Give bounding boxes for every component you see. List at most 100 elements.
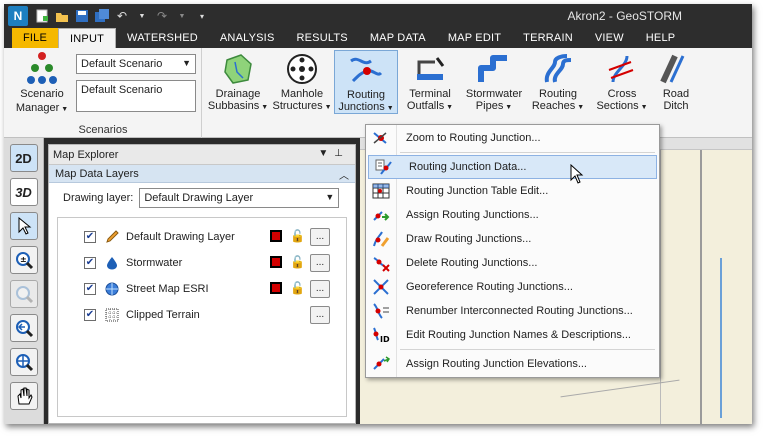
layer-color-swatch[interactable] bbox=[270, 230, 282, 242]
undo-icon[interactable]: ↶ bbox=[114, 8, 130, 24]
new-icon[interactable] bbox=[34, 8, 50, 24]
layer-checkbox[interactable]: ✔ bbox=[84, 309, 96, 321]
road-ditch-icon bbox=[660, 54, 685, 84]
chevron-up-icon[interactable]: ︿ bbox=[339, 167, 349, 182]
zoom-extents-icon[interactable]: ± bbox=[9, 246, 38, 274]
ribbon-tabs: FILE INPUT WATERSHED ANALYSIS RESULTS MA… bbox=[4, 28, 752, 48]
tab-watershed[interactable]: WATERSHED bbox=[116, 28, 209, 48]
routing-reaches-button[interactable]: Routing Reaches ▼ bbox=[526, 50, 590, 114]
map-data-layers-header[interactable]: Map Data Layers ︿ bbox=[49, 165, 355, 183]
chevron-down-icon: ▼ bbox=[444, 104, 454, 111]
layer-options-button[interactable]: ... bbox=[310, 280, 330, 298]
view-2d-button[interactable]: 2D bbox=[9, 144, 38, 172]
tab-analysis[interactable]: ANALYSIS bbox=[209, 28, 286, 48]
view-3d-button[interactable]: 3D bbox=[9, 178, 38, 206]
pan-icon[interactable] bbox=[9, 382, 38, 410]
road-ditch-button[interactable]: Road Ditch bbox=[654, 50, 698, 114]
renumber-icon bbox=[370, 300, 392, 322]
redo-icon[interactable]: ↷ bbox=[154, 8, 170, 24]
drainage-subbasins-button[interactable]: Drainage Subbasins ▼ bbox=[206, 50, 270, 114]
window-title: Akron2 - GeoSTORM bbox=[567, 9, 682, 23]
cross-sections-icon bbox=[608, 55, 634, 83]
tab-input[interactable]: INPUT bbox=[58, 28, 117, 48]
title-bar: N ↶ ▼ ↷ ▼ ▾ Akron2 - GeoSTORM bbox=[4, 4, 752, 28]
scenario-description-field[interactable]: Default Scenario bbox=[76, 80, 196, 112]
terminal-outfalls-button[interactable]: Terminal Outfalls ▼ bbox=[398, 50, 462, 114]
panel-menu-icon[interactable]: ▼ bbox=[318, 148, 334, 159]
tab-results[interactable]: RESULTS bbox=[285, 28, 358, 48]
menu-item-renumber[interactable]: Renumber Interconnected Routing Junction… bbox=[366, 299, 659, 323]
table-edit-icon bbox=[370, 180, 392, 202]
menu-item-junction-data[interactable]: Routing Junction Data... bbox=[368, 155, 657, 179]
pin-icon[interactable]: ⊥ bbox=[334, 148, 349, 159]
menu-item-edit-names[interactable]: ID Edit Routing Junction Names & Descrip… bbox=[366, 323, 659, 347]
select-icon[interactable] bbox=[9, 212, 38, 240]
redo-dropdown-icon[interactable]: ▼ bbox=[174, 8, 190, 24]
save-icon[interactable] bbox=[74, 8, 90, 24]
menu-item-georeference[interactable]: Georeference Routing Junctions... bbox=[366, 275, 659, 299]
layer-name: Clipped Terrain bbox=[126, 309, 200, 321]
layer-checkbox[interactable]: ✔ bbox=[84, 283, 96, 295]
routing-junctions-button[interactable]: Routing Junctions ▼ bbox=[334, 50, 398, 114]
terrain-grid-icon bbox=[104, 307, 120, 323]
menu-item-table-edit[interactable]: Routing Junction Table Edit... bbox=[366, 179, 659, 203]
scenarios-group: Scenario Manager ▼ Default Scenario ▼ De… bbox=[4, 48, 202, 138]
layer-row-default-drawing[interactable]: ✔ Default Drawing Layer 🔓 ... bbox=[58, 224, 346, 250]
save-all-icon[interactable] bbox=[94, 8, 110, 24]
layer-options-button[interactable]: ... bbox=[310, 254, 330, 272]
manhole-structures-icon bbox=[287, 54, 317, 84]
zoom-in-icon[interactable] bbox=[9, 280, 38, 308]
scenario-tree-icon bbox=[27, 52, 57, 86]
layer-options-button[interactable]: ... bbox=[310, 306, 330, 324]
menu-item-assign-junctions[interactable]: Assign Routing Junctions... bbox=[366, 203, 659, 227]
delete-junction-icon bbox=[370, 252, 392, 274]
chevron-down-icon: ▼ bbox=[59, 106, 69, 113]
tab-map-data[interactable]: MAP DATA bbox=[359, 28, 437, 48]
layer-options-button[interactable]: ... bbox=[310, 228, 330, 246]
open-icon[interactable] bbox=[54, 8, 70, 24]
tab-file[interactable]: FILE bbox=[12, 28, 59, 48]
terminal-outfalls-icon bbox=[417, 57, 445, 80]
tab-help[interactable]: HELP bbox=[635, 28, 687, 48]
layer-color-swatch[interactable] bbox=[270, 282, 282, 294]
lock-icon[interactable]: 🔓 bbox=[290, 229, 305, 243]
map-explorer-title: Map Explorer bbox=[53, 148, 119, 161]
cross-sections-button[interactable]: Cross Sections ▼ bbox=[590, 50, 654, 114]
tab-map-edit[interactable]: MAP EDIT bbox=[437, 28, 512, 48]
layer-row-stormwater[interactable]: ✔ Stormwater 🔓 ... bbox=[58, 250, 346, 276]
zoom-window-icon[interactable] bbox=[9, 348, 38, 376]
layer-checkbox[interactable]: ✔ bbox=[84, 257, 96, 269]
map-data-layers-label: Map Data Layers bbox=[55, 167, 139, 180]
app-logo-icon[interactable]: N bbox=[8, 6, 28, 26]
stormwater-pipes-button[interactable]: Stormwater Pipes ▼ bbox=[462, 50, 526, 114]
customize-icon[interactable]: ▾ bbox=[194, 8, 210, 24]
zoom-previous-icon[interactable] bbox=[9, 314, 38, 342]
menu-item-delete-junctions[interactable]: Delete Routing Junctions... bbox=[366, 251, 659, 275]
manhole-structures-button[interactable]: Manhole Structures ▼ bbox=[270, 50, 334, 114]
map-toolstrip: 2D 3D ± bbox=[4, 138, 44, 424]
layer-color-swatch[interactable] bbox=[270, 256, 282, 268]
globe-icon bbox=[104, 281, 120, 297]
tab-view[interactable]: VIEW bbox=[584, 28, 635, 48]
assign-elevations-icon bbox=[370, 353, 392, 375]
scenario-select[interactable]: Default Scenario ▼ bbox=[76, 54, 196, 74]
chevron-down-icon: ▼ bbox=[575, 104, 585, 111]
layer-row-clipped-terrain[interactable]: ✔ Clipped Terrain ... bbox=[58, 302, 346, 328]
menu-item-zoom-to-junction[interactable]: Zoom to Routing Junction... bbox=[366, 126, 659, 150]
scenario-select-value: Default Scenario bbox=[81, 58, 163, 70]
lock-icon[interactable]: 🔓 bbox=[290, 255, 305, 269]
layer-row-street-map[interactable]: ✔ Street Map ESRI 🔓 ... bbox=[58, 276, 346, 302]
menu-item-draw-junctions[interactable]: Draw Routing Junctions... bbox=[366, 227, 659, 251]
tab-terrain[interactable]: TERRAIN bbox=[512, 28, 584, 48]
drawing-layer-select[interactable]: Default Drawing Layer ▼ bbox=[139, 188, 340, 208]
layer-name: Default Drawing Layer bbox=[126, 231, 235, 243]
layer-checkbox[interactable]: ✔ bbox=[84, 231, 96, 243]
drawing-layer-label: Drawing layer: bbox=[63, 192, 134, 204]
menu-item-assign-elevations[interactable]: Assign Routing Junction Elevations... bbox=[366, 352, 659, 376]
ribbon-buttons: Drainage Subbasins ▼ Manhole Structures … bbox=[206, 50, 698, 114]
scenario-manager-button[interactable]: Scenario Manager ▼ bbox=[12, 52, 72, 116]
mouse-cursor-icon bbox=[570, 164, 584, 184]
lock-icon[interactable]: 🔓 bbox=[290, 281, 305, 295]
undo-dropdown-icon[interactable]: ▼ bbox=[134, 8, 150, 24]
routing-reaches-icon bbox=[544, 54, 572, 83]
